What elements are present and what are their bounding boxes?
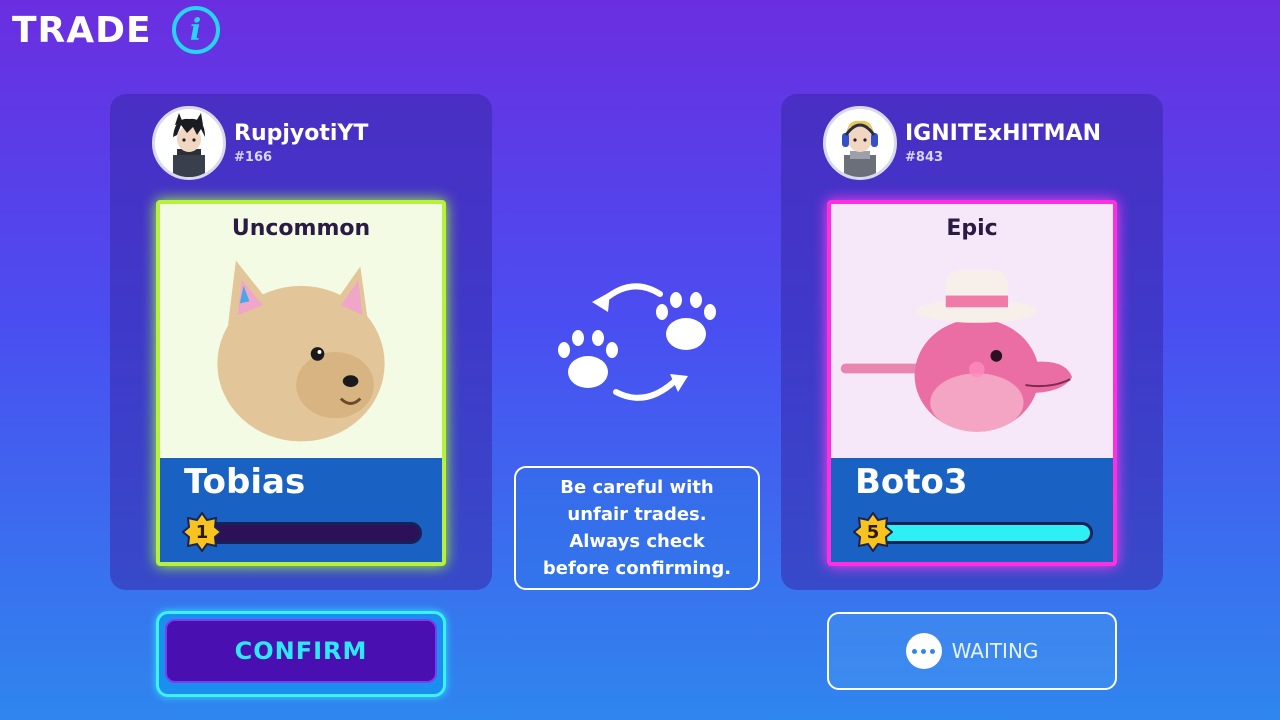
more-dots-icon xyxy=(905,633,942,669)
left-player-id: #166 xyxy=(234,150,273,165)
pet-image xyxy=(840,270,1073,432)
top-bar: TRADE i xyxy=(12,6,220,54)
confirm-button-frame: CONFIRM xyxy=(156,611,446,697)
level-badge: 1 xyxy=(181,511,223,553)
pet-name: Boto3 xyxy=(855,462,968,502)
trade-warning: Be careful with unfair trades. Always ch… xyxy=(514,466,760,590)
right-player-name: IGNITExHITMAN xyxy=(905,121,1102,146)
pet-info-bar: Tobias 1 xyxy=(160,458,442,562)
right-player-id: #843 xyxy=(905,150,944,165)
confirm-button[interactable]: CONFIRM xyxy=(165,619,437,683)
waiting-button[interactable]: WAITING xyxy=(827,612,1117,690)
left-player-name: RupjyotiYT xyxy=(234,121,369,146)
avatar xyxy=(823,106,897,180)
waiting-label: WAITING xyxy=(951,639,1039,663)
left-pet-card[interactable]: Uncommon Tobias 1 xyxy=(156,200,446,566)
left-trade-panel: RupjyotiYT #166 Uncommon Tobias 1 xyxy=(110,94,492,590)
left-player-info: RupjyotiYT #166 xyxy=(152,106,368,180)
right-player-info: IGNITExHITMAN #843 xyxy=(823,106,1101,180)
avatar xyxy=(152,106,226,180)
level-badge: 5 xyxy=(852,511,894,553)
pet-image xyxy=(217,260,385,442)
pet-xp-bar xyxy=(196,522,422,544)
pet-info-bar: Boto3 5 xyxy=(831,458,1113,562)
pet-xp-bar xyxy=(867,522,1093,544)
pet-rarity-label: Uncommon xyxy=(231,216,371,241)
pet-level: 1 xyxy=(195,521,209,543)
paw-swap-icon xyxy=(558,283,716,401)
page-title: TRADE xyxy=(12,9,152,51)
info-icon[interactable]: i xyxy=(171,6,220,54)
pet-level: 5 xyxy=(866,521,880,543)
pet-rarity-label: Epic xyxy=(946,216,998,241)
right-pet-card[interactable]: Epic Boto3 5 xyxy=(827,200,1117,566)
pet-name: Tobias xyxy=(184,462,306,502)
right-trade-panel: IGNITExHITMAN #843 Epic Boto3 5 xyxy=(781,94,1163,590)
